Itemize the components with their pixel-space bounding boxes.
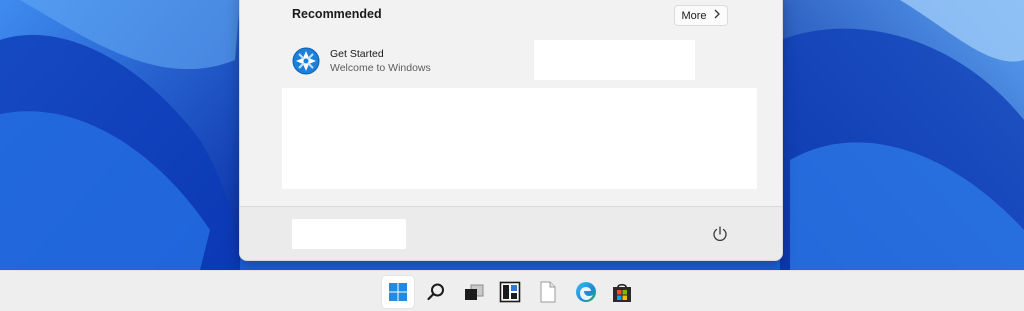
edge-icon xyxy=(576,282,596,302)
start-icon xyxy=(389,283,407,301)
start-menu: Recommended More Get Started Welcome to … xyxy=(239,0,783,261)
taskbar xyxy=(0,270,1024,311)
search-icon xyxy=(427,283,444,301)
recommended-item-get-started[interactable]: Get Started Welcome to Windows xyxy=(292,45,431,77)
more-button-label: More xyxy=(681,9,707,22)
recommended-heading: Recommended xyxy=(292,7,382,21)
file-explorer-button[interactable] xyxy=(532,276,564,308)
power-icon xyxy=(713,226,727,241)
edge-button[interactable] xyxy=(570,276,602,308)
recommended-item-title: Get Started xyxy=(330,47,384,60)
more-button[interactable]: More xyxy=(674,5,728,26)
search-button[interactable] xyxy=(420,276,452,308)
redacted-recommended-area xyxy=(282,88,757,189)
task-view-icon xyxy=(465,284,484,300)
start-button[interactable] xyxy=(382,276,414,308)
store-button[interactable] xyxy=(606,276,638,308)
task-view-button[interactable] xyxy=(458,276,490,308)
redacted-recommended-item xyxy=(534,40,695,80)
widgets-icon xyxy=(499,281,521,303)
widgets-button[interactable] xyxy=(494,276,526,308)
recommended-item-subtitle: Welcome to Windows xyxy=(330,61,431,74)
get-started-icon xyxy=(292,47,320,75)
power-button[interactable] xyxy=(710,224,730,244)
store-icon xyxy=(613,283,631,302)
user-account-button[interactable] xyxy=(292,219,406,249)
file-explorer-icon xyxy=(540,281,556,303)
chevron-right-icon xyxy=(713,9,721,22)
start-menu-footer xyxy=(240,206,782,260)
